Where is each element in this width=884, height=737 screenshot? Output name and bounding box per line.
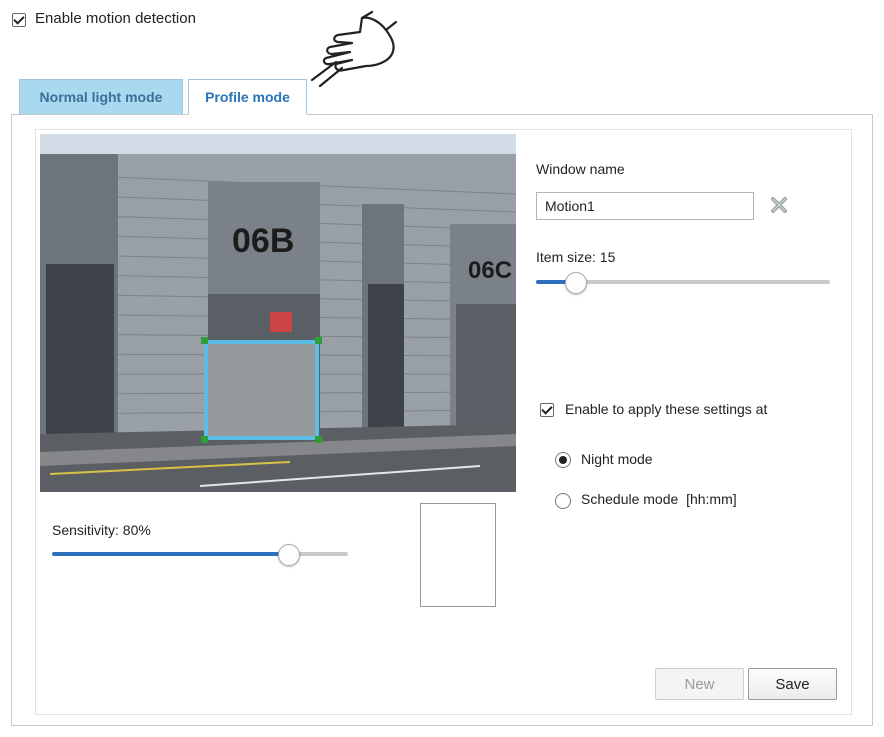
item-size-slider-handle[interactable] <box>565 272 587 294</box>
apply-settings-checkbox[interactable] <box>540 403 554 417</box>
tab-profile-mode[interactable]: Profile mode <box>188 79 307 115</box>
save-button[interactable]: Save <box>748 668 837 700</box>
motion-window-handle-tl[interactable] <box>201 337 208 344</box>
motion-window-handle-br[interactable] <box>315 436 322 443</box>
delete-x-icon[interactable] <box>770 196 788 214</box>
enable-motion-checkbox[interactable] <box>12 13 26 27</box>
building-number-06c: 06C <box>468 257 512 284</box>
night-mode-label: Night mode <box>581 451 653 467</box>
motion-window[interactable] <box>204 340 319 440</box>
new-button[interactable]: New <box>655 668 744 700</box>
motion-level-indicator-box <box>420 503 496 607</box>
tab-normal-light-mode[interactable]: Normal light mode <box>19 79 183 115</box>
motion-window-handle-tr[interactable] <box>315 337 322 344</box>
pointing-hand-icon <box>310 10 398 88</box>
sensitivity-label: Sensitivity: 80% <box>52 522 151 538</box>
window-name-input[interactable] <box>536 192 754 220</box>
sensitivity-slider-handle[interactable] <box>278 544 300 566</box>
sensitivity-slider-fill <box>52 552 288 556</box>
schedule-mode-radio[interactable] <box>555 493 571 509</box>
motion-indicator <box>270 312 292 332</box>
apply-settings-label: Enable to apply these settings at <box>565 401 768 417</box>
motion-window-handle-bl[interactable] <box>201 436 208 443</box>
schedule-mode-label: Schedule mode [hh:mm] <box>581 491 737 507</box>
enable-motion-label: Enable motion detection <box>35 10 196 27</box>
building-number-06b: 06B <box>232 222 294 260</box>
window-name-label: Window name <box>536 161 625 177</box>
item-size-label: Item size: 15 <box>536 249 616 265</box>
night-mode-radio[interactable] <box>555 452 571 468</box>
